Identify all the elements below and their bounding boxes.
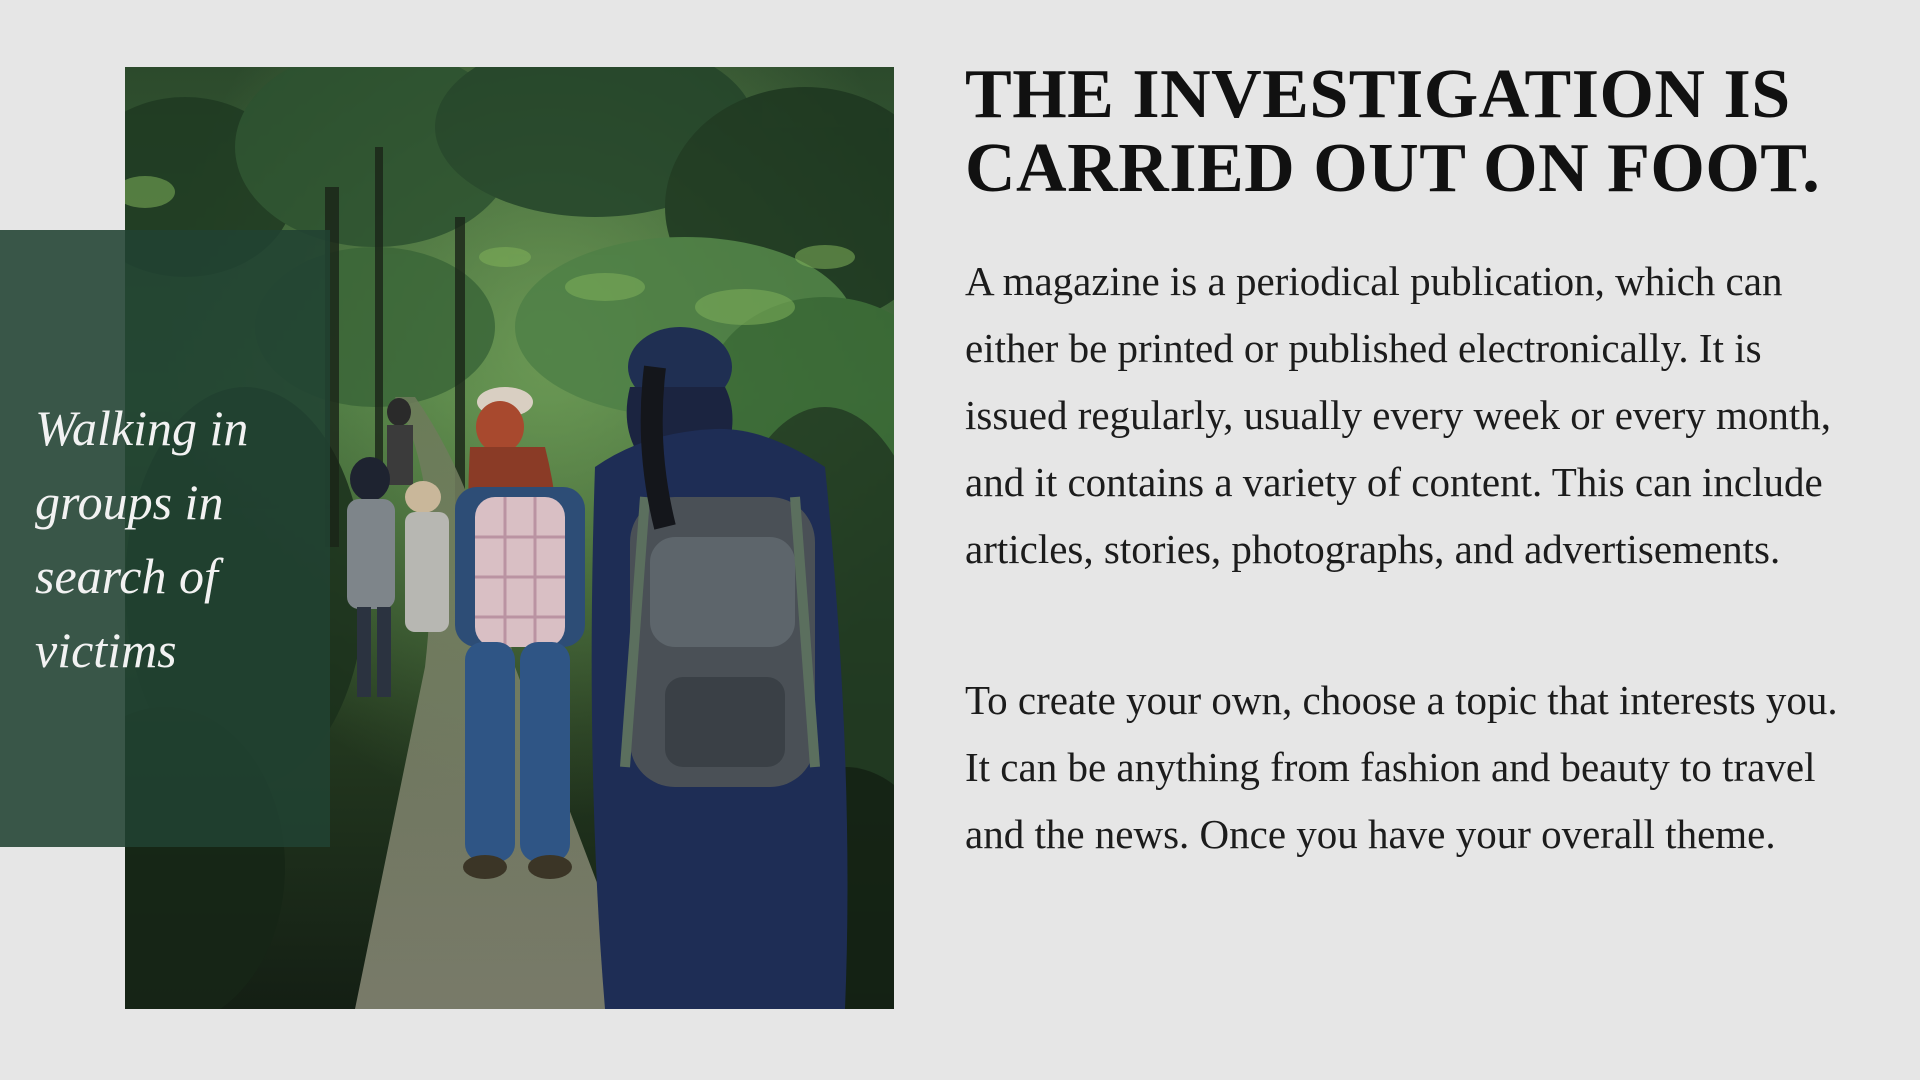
article-headline: THE INVESTIGATION IS CARRIED OUT ON FOOT… [965,56,1821,207]
article-paragraph: To create your own, choose a topic that … [965,677,1838,857]
article: THE INVESTIGATION IS CARRIED OUT ON FOOT… [965,58,1845,868]
photo-caption-panel: Walking in groups in search of victims [0,230,330,847]
photo-caption: Walking in groups in search of victims [35,399,249,678]
magazine-page: Walking in groups in search of victims T… [0,0,1920,1080]
article-paragraph: A magazine is a periodical publication, … [965,258,1832,572]
